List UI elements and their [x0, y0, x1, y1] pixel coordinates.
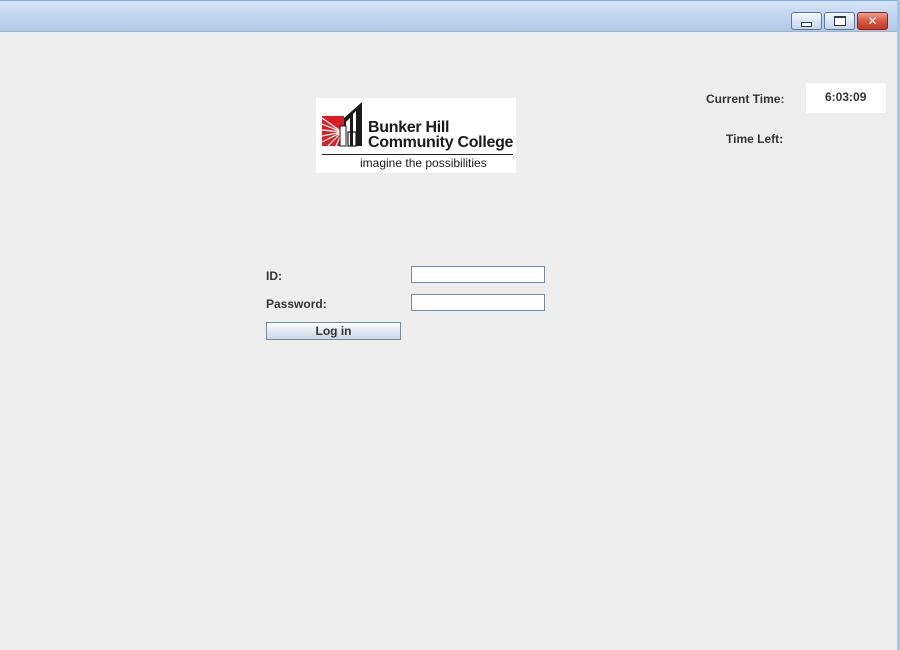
- title-bar[interactable]: ✕: [0, 0, 897, 32]
- close-icon: ✕: [867, 14, 878, 28]
- password-field[interactable]: [411, 294, 545, 311]
- login-button[interactable]: Log in: [266, 322, 401, 340]
- time-left-label: Time Left:: [726, 132, 784, 146]
- logo-line-2: Community College: [368, 134, 514, 151]
- logo-tagline: imagine the possibilities: [360, 156, 487, 170]
- password-label: Password:: [266, 297, 327, 311]
- maximize-button[interactable]: [824, 12, 855, 30]
- id-label: ID:: [266, 269, 282, 283]
- college-logo: Bunker Hill Community College imagine th…: [316, 98, 516, 173]
- current-time-display: 6:03:09: [806, 83, 886, 113]
- restore-icon: [833, 16, 846, 26]
- id-field[interactable]: [411, 266, 545, 283]
- close-button[interactable]: ✕: [857, 12, 888, 30]
- minimize-button[interactable]: [791, 12, 822, 30]
- logo-divider: [322, 154, 513, 155]
- app-window: ✕ Bunker Hill Community College imagine …: [0, 0, 900, 650]
- current-time-label: Current Time:: [706, 92, 785, 106]
- bhcc-emblem-icon: [322, 102, 362, 147]
- minimize-icon: [801, 21, 812, 27]
- current-time-value: 6:03:09: [825, 90, 867, 104]
